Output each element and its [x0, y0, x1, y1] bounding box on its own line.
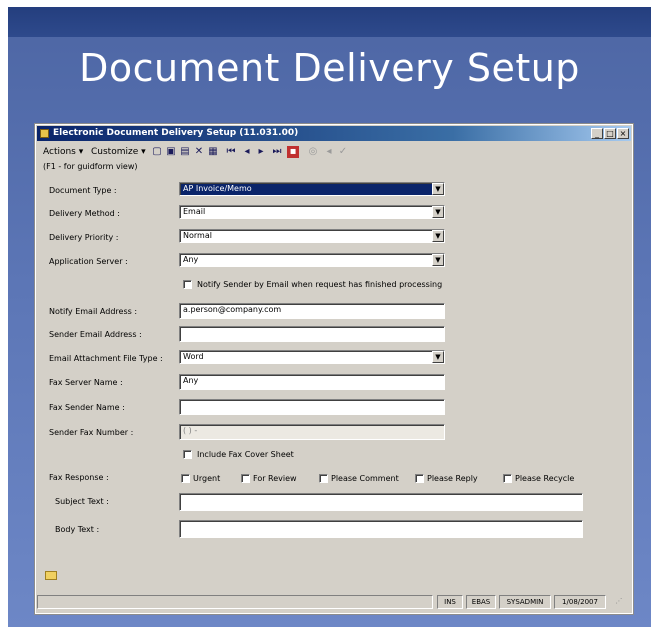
subject-text-input[interactable]	[179, 493, 583, 511]
close-red-icon[interactable]: ▪	[287, 146, 299, 158]
delivery-priority-value: Normal	[183, 231, 212, 240]
folder-icon[interactable]	[45, 571, 57, 580]
save-icon[interactable]: ▣	[165, 146, 177, 158]
resize-grip-icon[interactable]: ⋰	[609, 595, 629, 609]
attachment-type-value: Word	[183, 352, 204, 361]
status-main-panel	[37, 595, 433, 609]
body-text-input[interactable]	[179, 520, 583, 538]
fax-server-name-label: Fax Server Name :	[49, 378, 123, 387]
notify-email-value: a.person@company.com	[183, 305, 282, 314]
chevron-down-icon[interactable]: ▼	[432, 351, 444, 363]
attachment-type-select[interactable]: Word ▼	[179, 350, 445, 364]
fax-response-comment-checkbox[interactable]	[319, 474, 328, 483]
slide-title: Document Delivery Setup	[79, 46, 580, 90]
menu-customize[interactable]: Customize ▾	[91, 144, 146, 160]
delivery-method-value: Email	[183, 207, 206, 216]
gray-1-icon: ◎	[308, 146, 318, 157]
new-icon[interactable]: ▢	[151, 146, 163, 158]
fax-response-label: Fax Response :	[49, 473, 109, 482]
refresh-icon[interactable]: ▦	[207, 146, 219, 158]
fax-sender-name-input[interactable]	[179, 399, 445, 415]
notify-email-label: Notify Email Address :	[49, 307, 138, 316]
notify-email-input[interactable]: a.person@company.com	[179, 303, 445, 319]
fax-response-recycle-label: Please Recycle	[515, 474, 575, 483]
fax-server-name-value: Any	[183, 376, 199, 385]
hint-text: (F1 - for guidform view)	[43, 162, 138, 171]
document-type-value: AP Invoice/Memo	[183, 184, 252, 193]
last-icon[interactable]: ⏭	[271, 146, 283, 158]
status-user: SYSADMIN	[499, 595, 551, 609]
subject-text-label: Subject Text :	[55, 497, 109, 506]
app-icon	[40, 129, 49, 138]
fax-response-urgent-label: Urgent	[193, 474, 221, 483]
document-type-select[interactable]: AP Invoice/Memo ▼	[179, 182, 445, 196]
notify-sender-label: Notify Sender by Email when request has …	[197, 280, 443, 289]
status-ins: INS	[437, 595, 463, 609]
next-icon[interactable]: ▸	[255, 146, 267, 158]
slide-top-band	[8, 7, 651, 37]
chevron-down-icon[interactable]: ▼	[432, 183, 444, 195]
sender-email-label: Sender Email Address :	[49, 330, 142, 339]
sender-fax-number-label: Sender Fax Number :	[49, 428, 134, 437]
prev-icon[interactable]: ◂	[241, 146, 253, 158]
sender-fax-number-input[interactable]: ( ) -	[179, 424, 445, 440]
fax-response-urgent-checkbox[interactable]	[181, 474, 190, 483]
delete-icon[interactable]: ✕	[193, 146, 205, 158]
application-server-select[interactable]: Any ▼	[179, 253, 445, 267]
delivery-priority-select[interactable]: Normal ▼	[179, 229, 445, 243]
gray-3-icon: ✓	[338, 146, 348, 157]
chevron-down-icon[interactable]: ▼	[432, 254, 444, 266]
gray-2-icon: ◂	[326, 146, 332, 157]
copy-icon[interactable]: ▤	[179, 146, 191, 158]
sender-fax-number-value: ( ) -	[183, 426, 198, 435]
application-window: Electronic Document Delivery Setup (11.0…	[34, 123, 634, 615]
fax-response-recycle-checkbox[interactable]	[503, 474, 512, 483]
slide-background: Document Delivery Setup Electronic Docum…	[8, 7, 651, 627]
maximize-button[interactable]: □	[604, 128, 616, 139]
sender-email-input[interactable]	[179, 326, 445, 342]
document-type-label: Document Type :	[49, 186, 117, 195]
window-title: Electronic Document Delivery Setup (11.0…	[53, 128, 299, 138]
attachment-type-label: Email Attachment File Type :	[49, 354, 163, 363]
status-bar: INS EBAS SYSADMIN 1/08/2007 ⋰	[37, 593, 631, 611]
fax-response-reply-label: Please Reply	[427, 474, 478, 483]
window-titlebar[interactable]: Electronic Document Delivery Setup (11.0…	[37, 126, 631, 141]
fax-server-name-input[interactable]: Any	[179, 374, 445, 390]
chevron-down-icon[interactable]: ▼	[432, 230, 444, 242]
fax-response-review-checkbox[interactable]	[241, 474, 250, 483]
fax-response-comment-label: Please Comment	[331, 474, 399, 483]
body-text-label: Body Text :	[55, 525, 100, 534]
include-cover-checkbox[interactable]	[183, 450, 192, 459]
menu-actions[interactable]: Actions ▾	[43, 144, 83, 160]
status-date: 1/08/2007	[554, 595, 606, 609]
status-company: EBAS	[466, 595, 496, 609]
chevron-down-icon[interactable]: ▼	[432, 206, 444, 218]
minimize-button[interactable]: _	[591, 128, 603, 139]
delivery-method-label: Delivery Method :	[49, 209, 120, 218]
delivery-priority-label: Delivery Priority :	[49, 233, 119, 242]
notify-sender-checkbox[interactable]	[183, 280, 192, 289]
delivery-method-select[interactable]: Email ▼	[179, 205, 445, 219]
application-server-label: Application Server :	[49, 257, 128, 266]
fax-response-review-label: For Review	[253, 474, 297, 483]
include-cover-label: Include Fax Cover Sheet	[197, 450, 294, 459]
close-button[interactable]: ×	[617, 128, 629, 139]
fax-sender-name-label: Fax Sender Name :	[49, 403, 125, 412]
first-icon[interactable]: ⏮	[225, 146, 237, 158]
fax-response-reply-checkbox[interactable]	[415, 474, 424, 483]
application-server-value: Any	[183, 255, 199, 264]
